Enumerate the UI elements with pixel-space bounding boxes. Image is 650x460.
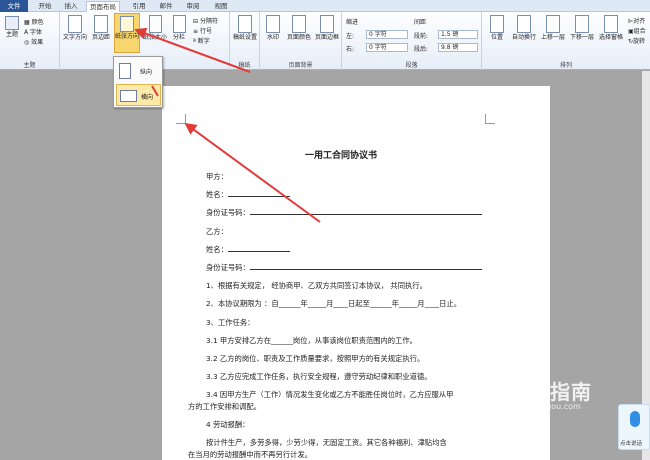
arrow-to-landscape xyxy=(151,85,159,97)
voice-label: 点击说话 xyxy=(620,441,643,447)
voice-input-widget[interactable]: 点击说话 xyxy=(618,404,650,450)
watermark-brand: 搜狗指南 xyxy=(508,380,592,404)
sogou-watermark: 搜狗指南 zhinan.sogou.com xyxy=(468,372,638,412)
arrow-to-orientation xyxy=(134,27,251,73)
microphone-icon xyxy=(630,411,640,427)
arrow-to-page xyxy=(184,122,321,223)
sogou-logo-icon xyxy=(468,372,502,406)
watermark-url: zhinan.sogou.com xyxy=(508,402,581,411)
